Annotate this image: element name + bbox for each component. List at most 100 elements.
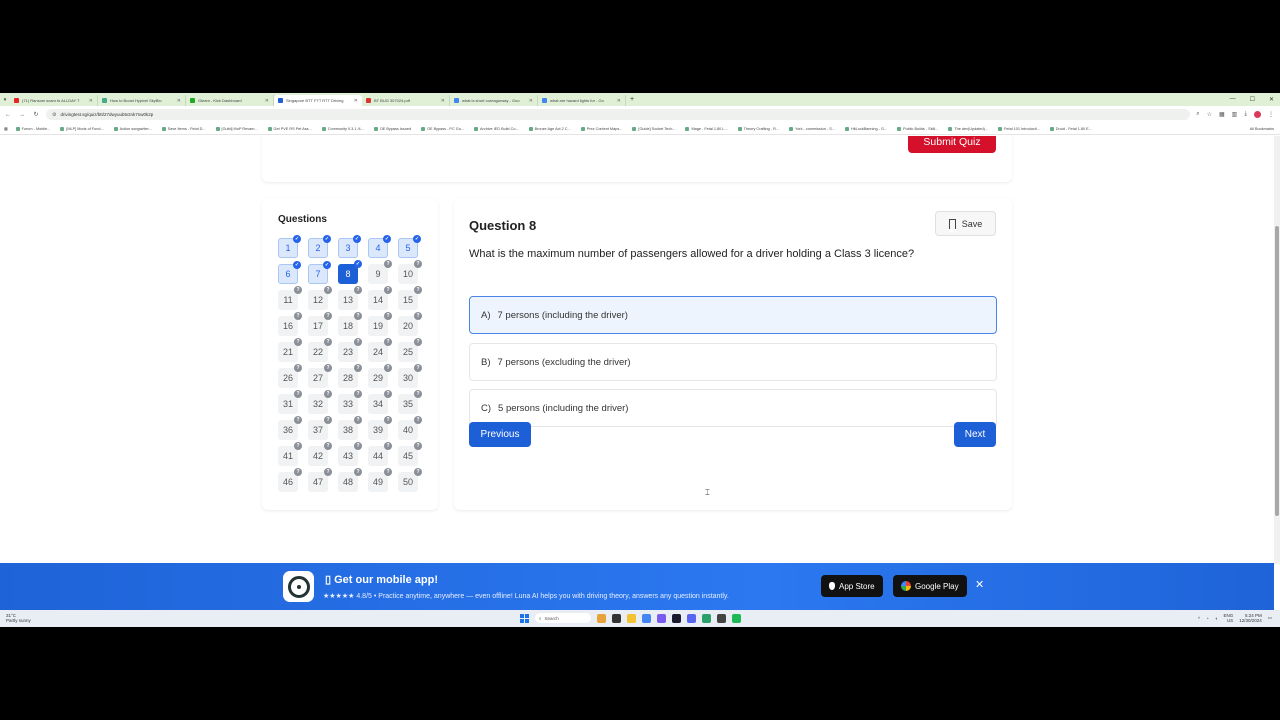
bookmark-item[interactable]: [MLP] Mods of Fund... — [60, 126, 104, 131]
tray-chevron-icon[interactable]: ^ — [1198, 616, 1200, 621]
bookmark-item[interactable]: Public Builds - Skill... — [897, 126, 938, 131]
spotify-icon[interactable] — [732, 613, 741, 623]
question-nav-18[interactable]: 18? — [338, 312, 362, 336]
bookmark-item[interactable]: Mage - Fetal 1.80 L... — [685, 126, 728, 131]
question-nav-19[interactable]: 19? — [368, 312, 392, 336]
google-play-button[interactable]: Google Play — [893, 575, 967, 597]
question-nav-35[interactable]: 35? — [398, 390, 422, 414]
question-nav-29[interactable]: 29? — [368, 364, 392, 388]
taskbar-app-icon[interactable] — [657, 613, 666, 623]
bookmark-item[interactable]: Bronze Age Act 2 C... — [528, 126, 571, 131]
site-info-icon[interactable]: ⚙ — [52, 112, 56, 118]
weather-widget[interactable]: 31°C Partly sunny — [6, 613, 31, 623]
question-nav-17[interactable]: 17? — [308, 312, 332, 336]
answer-option[interactable]: A) 7 persons (including the driver) — [469, 296, 997, 334]
extensions-icon[interactable]: ▦ — [1219, 111, 1225, 118]
browser-tab[interactable]: (71) Ransom scam to ALLDAY T ✕ — [10, 95, 98, 106]
question-nav-5[interactable]: 5 ✓ — [398, 235, 421, 258]
browser-tab[interactable]: what are hazard lights for - Go ✕ — [538, 95, 626, 106]
question-nav-31[interactable]: 31? — [278, 390, 302, 414]
bookmark-item[interactable]: OE Bypass Issued — [373, 126, 411, 131]
notifications-icon[interactable]: ▭ — [1268, 615, 1272, 621]
discord-icon[interactable] — [687, 613, 696, 623]
question-nav-42[interactable]: 42? — [308, 442, 332, 466]
question-nav-10[interactable]: 10? — [398, 260, 422, 284]
bookmark-item[interactable]: OE Bypass - PC Gu... — [421, 126, 464, 131]
question-nav-45[interactable]: 45? — [398, 442, 422, 466]
profile-avatar[interactable] — [1254, 111, 1261, 118]
tab-close-icon[interactable]: ✕ — [441, 98, 445, 104]
taskbar-app-icon[interactable] — [717, 613, 726, 623]
save-button[interactable]: Save — [935, 211, 996, 236]
question-nav-11[interactable]: 11? — [278, 286, 302, 310]
question-nav-28[interactable]: 28? — [338, 364, 362, 388]
bookmark-item[interactable]: [Guide] Socket Tech... — [632, 126, 675, 131]
bookmark-item[interactable]: The dev(Updated)... — [948, 126, 988, 131]
all-bookmarks[interactable]: All Bookmarks — [1250, 127, 1280, 131]
question-nav-12[interactable]: 12? — [308, 286, 332, 310]
question-nav-49[interactable]: 49? — [368, 468, 392, 492]
question-nav-43[interactable]: 43? — [338, 442, 362, 466]
question-nav-48[interactable]: 48? — [338, 468, 362, 492]
tab-close-icon[interactable]: ✕ — [529, 98, 533, 104]
bookmark-item[interactable]: Save Items - Fetal D... — [161, 126, 206, 131]
browser-tab[interactable]: Gleam - Kick Dashboard ✕ — [186, 95, 274, 106]
question-nav-34[interactable]: 34? — [368, 390, 392, 414]
question-nav-14[interactable]: 14? — [368, 286, 392, 310]
scrollbar-thumb[interactable] — [1275, 226, 1279, 516]
apps-icon[interactable]: ▦ — [4, 126, 8, 131]
language-indicator[interactable]: ENG US — [1223, 613, 1233, 623]
next-button[interactable]: Next — [954, 422, 996, 447]
reload-icon[interactable]: ↻ — [32, 111, 40, 118]
bookmark-item[interactable]: HitLockBanning - G... — [844, 126, 887, 131]
maximize-icon[interactable]: ☐ — [1250, 96, 1255, 103]
bookmark-item[interactable]: Prez Content Maps... — [580, 126, 622, 131]
star-icon[interactable]: ☆ — [1207, 111, 1212, 118]
question-nav-27[interactable]: 27? — [308, 364, 332, 388]
bookmark-item[interactable]: Druid - Fetal 1.80 E... — [1049, 126, 1092, 131]
bookmark-item[interactable]: Archive IED Build Co... — [474, 126, 519, 131]
question-nav-7[interactable]: 7 ✓ — [308, 261, 331, 284]
question-nav-37[interactable]: 37? — [308, 416, 332, 440]
question-nav-20[interactable]: 20? — [398, 312, 422, 336]
question-nav-47[interactable]: 47? — [308, 468, 332, 492]
banner-close-icon[interactable]: ✕ — [975, 578, 984, 591]
question-nav-3[interactable]: 3 ✓ — [338, 235, 361, 258]
answer-option[interactable]: B) 7 persons (excluding the driver) — [469, 343, 997, 381]
question-nav-39[interactable]: 39? — [368, 416, 392, 440]
minimize-icon[interactable]: — — [1230, 96, 1236, 103]
browser-tab[interactable]: Singapore BTT FTT RTT Driving ✕ — [274, 95, 362, 106]
previous-button[interactable]: Previous — [469, 422, 531, 447]
question-nav-44[interactable]: 44? — [368, 442, 392, 466]
folder-icon[interactable] — [627, 613, 636, 623]
chrome-icon[interactable] — [642, 613, 651, 623]
submit-quiz-button[interactable]: Submit Quiz — [908, 136, 996, 153]
clock[interactable]: 5:24 PM 12/30/2024 — [1239, 613, 1262, 623]
windows-start-icon[interactable] — [520, 613, 529, 623]
question-nav-30[interactable]: 30? — [398, 364, 422, 388]
bookmark-item[interactable]: [Guild] MoP Revam... — [215, 126, 258, 131]
question-nav-38[interactable]: 38? — [338, 416, 362, 440]
tab-close-icon[interactable]: ✕ — [265, 98, 269, 104]
close-window-icon[interactable]: ✕ — [1269, 96, 1274, 103]
zoom-icon[interactable]: ⌕ — [1196, 111, 1199, 118]
tab-close-icon[interactable]: ✕ — [177, 98, 181, 104]
bookmark-item[interactable]: Forum - Mobile... — [15, 126, 50, 131]
browser-tab[interactable]: what is short cornagurway - Goo ✕ — [450, 95, 538, 106]
bookmark-item[interactable]: Action songwriter... — [113, 126, 152, 131]
steam-icon[interactable] — [672, 613, 681, 623]
question-nav-22[interactable]: 22? — [308, 338, 332, 362]
question-nav-26[interactable]: 26? — [278, 364, 302, 388]
question-nav-41[interactable]: 41? — [278, 442, 302, 466]
question-nav-4[interactable]: 4 ✓ — [368, 235, 391, 258]
app-store-button[interactable]: App Store — [821, 575, 883, 597]
tab-close-icon[interactable]: ✕ — [617, 98, 621, 104]
question-nav-2[interactable]: 2 ✓ — [308, 235, 331, 258]
question-nav-33[interactable]: 33? — [338, 390, 362, 414]
question-nav-23[interactable]: 23? — [338, 338, 362, 362]
url-input[interactable]: ⚙ drivingtest.sg/quiz/btt/27dwyuub5ctnk7… — [46, 109, 1191, 120]
volume-icon[interactable]: ◖ — [1215, 616, 1218, 621]
question-nav-36[interactable]: 36? — [278, 416, 302, 440]
bookmark-item[interactable]: Community 0.3.1 /4... — [321, 126, 364, 131]
taskbar-app-icon[interactable] — [702, 613, 711, 623]
